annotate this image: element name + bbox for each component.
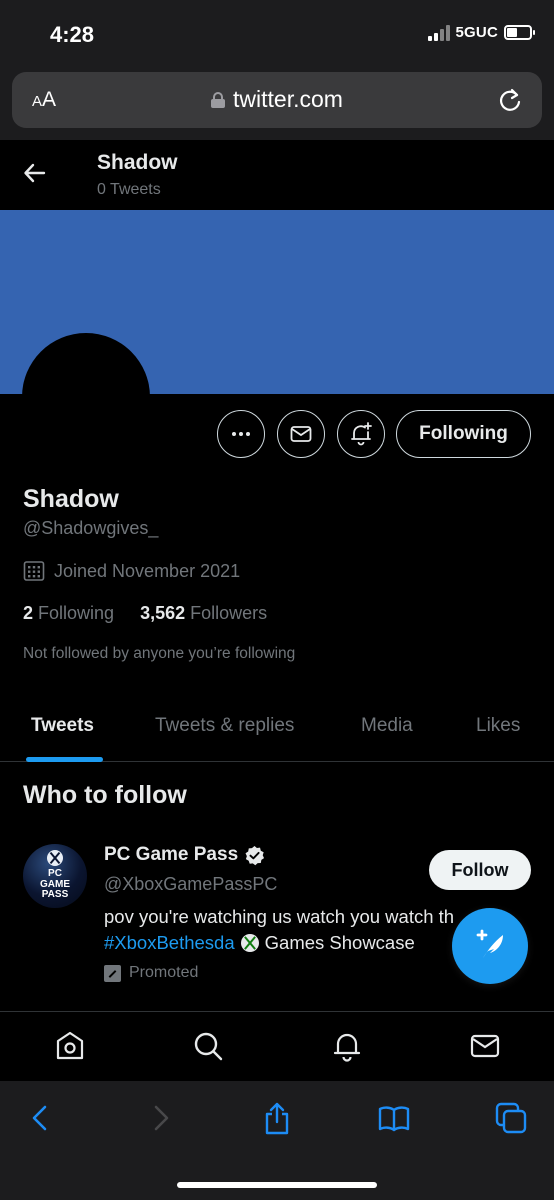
active-tab-indicator xyxy=(26,757,103,762)
more-button[interactable] xyxy=(217,410,265,458)
who-to-follow-title: Who to follow xyxy=(23,781,187,809)
bottom-navigation xyxy=(0,1011,554,1081)
bookmarks-icon[interactable] xyxy=(377,1101,411,1135)
message-button[interactable] xyxy=(277,410,325,458)
status-indicators: 5GUC xyxy=(427,24,535,41)
arrow-left-icon[interactable] xyxy=(22,160,48,186)
profile-handle: @Shadowgives_ xyxy=(23,518,159,538)
suggestion-text-rest: Games Showcase xyxy=(264,932,415,953)
home-indicator xyxy=(177,1182,377,1188)
envelope-icon xyxy=(290,426,312,442)
following-button[interactable]: Following xyxy=(396,410,531,458)
suggestion-name[interactable]: PC Game Pass xyxy=(104,844,265,866)
signal-icon xyxy=(427,24,450,41)
address-bar[interactable]: AA twitter.com xyxy=(12,72,542,128)
header-name: Shadow xyxy=(97,151,178,174)
hashtag-link[interactable]: #XboxBethesda xyxy=(104,932,235,954)
joined-label: Joined November 2021 xyxy=(54,560,241,581)
profile-name: Shadow xyxy=(23,485,119,513)
mail-icon[interactable] xyxy=(469,1030,501,1062)
tab-likes[interactable]: Likes xyxy=(476,715,520,737)
bell-plus-icon xyxy=(351,422,372,446)
promoted-label: Promoted xyxy=(104,964,198,982)
followers-link[interactable]: 3,562 Followers xyxy=(140,603,267,624)
following-link[interactable]: 2 Following xyxy=(23,603,114,624)
follow-button[interactable]: Follow xyxy=(429,850,531,890)
verified-badge-icon xyxy=(245,845,265,865)
url-text: twitter.com xyxy=(233,86,343,112)
profile-tabs: Tweets Tweets & replies Media Likes xyxy=(0,690,554,762)
suggestion-avatar[interactable]: PC GAME PASS xyxy=(23,844,87,908)
suggestion-text-line2: #XboxBethesda Games Showcase xyxy=(104,932,415,954)
feather-plus-icon xyxy=(476,929,503,958)
avatar-logo-text: PC GAME PASS xyxy=(40,868,70,900)
back-icon[interactable] xyxy=(24,1101,58,1135)
reload-icon[interactable] xyxy=(496,86,524,114)
mutual-followers-note: Not followed by anyone you’re following xyxy=(23,645,296,662)
header-tweet-count: 0 Tweets xyxy=(97,181,161,198)
url-display[interactable]: twitter.com xyxy=(12,86,542,113)
xbox-emoji-icon xyxy=(240,934,259,952)
tab-tweets-replies[interactable]: Tweets & replies xyxy=(155,715,294,737)
tab-tweets[interactable]: Tweets xyxy=(31,715,94,737)
joined-date: Joined November 2021 xyxy=(23,560,240,582)
tabs-icon[interactable] xyxy=(494,1101,528,1135)
tab-media[interactable]: Media xyxy=(361,715,413,737)
lock-icon xyxy=(211,91,226,108)
promoted-arrow-icon xyxy=(104,964,121,982)
share-icon[interactable] xyxy=(260,1101,294,1135)
network-label: 5GUC xyxy=(455,24,498,41)
xbox-logo-icon xyxy=(47,850,63,866)
notify-button[interactable] xyxy=(337,410,385,458)
more-icon xyxy=(232,432,250,436)
battery-icon xyxy=(504,25,535,40)
suggestion-handle: @XboxGamePassPC xyxy=(104,874,278,894)
avatar[interactable] xyxy=(22,333,150,461)
compose-tweet-button[interactable] xyxy=(452,908,528,984)
status-time: 4:28 xyxy=(50,22,95,47)
calendar-icon xyxy=(23,561,45,581)
home-icon[interactable] xyxy=(54,1030,86,1062)
profile-header: Shadow 0 Tweets xyxy=(0,140,554,210)
browser-toolbar: AA twitter.com xyxy=(0,68,554,140)
bell-icon[interactable] xyxy=(331,1030,363,1062)
status-bar: 4:28 5GUC xyxy=(0,0,554,68)
forward-icon[interactable] xyxy=(143,1101,177,1135)
search-icon[interactable] xyxy=(192,1030,224,1062)
follow-stats: 2 Following 3,562 Followers xyxy=(23,603,267,624)
